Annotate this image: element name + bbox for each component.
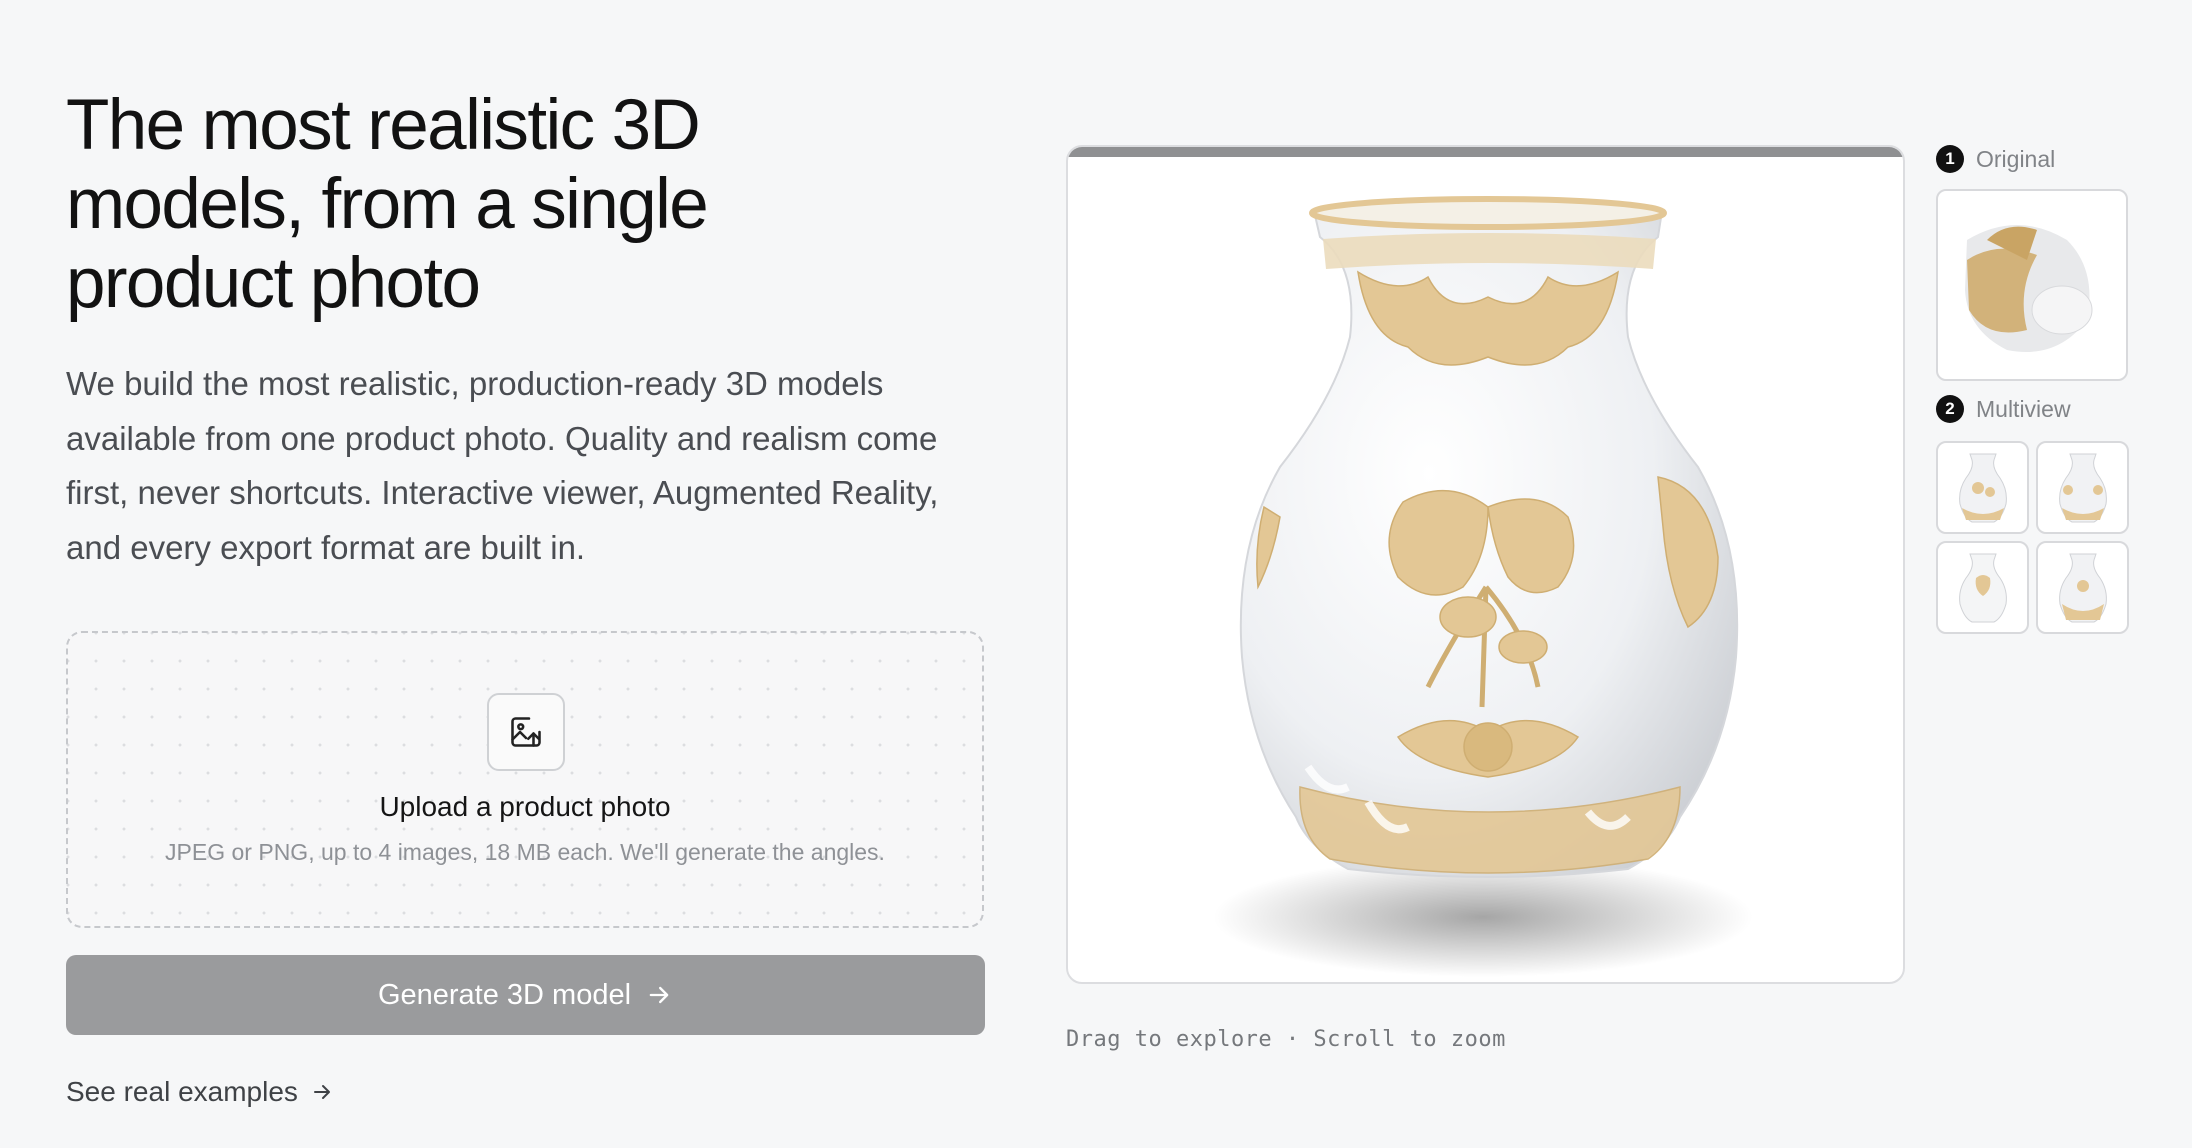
upload-subtitle: JPEG or PNG, up to 4 images, 18 MB each.… xyxy=(165,839,885,865)
multiview-thumbnail[interactable] xyxy=(1936,541,2029,634)
step-label: Multiview xyxy=(1976,395,2071,422)
title-line-3: product photo xyxy=(66,244,481,323)
vase-view-icon xyxy=(1958,553,2007,622)
step-number: 1 xyxy=(1936,145,1964,173)
page-description: We build the most realistic, production-… xyxy=(66,365,939,566)
vase-view-icon xyxy=(2058,453,2107,522)
see-real-examples-link[interactable]: See real examples xyxy=(66,1076,334,1108)
step-original: 1 Original xyxy=(1936,145,2055,173)
step-number: 2 xyxy=(1936,395,1964,423)
page-title: The most realistic 3D models, from a sin… xyxy=(66,86,966,323)
arrow-right-icon xyxy=(313,1085,330,1099)
examples-link-label: See real examples xyxy=(66,1076,298,1107)
original-thumbnail[interactable] xyxy=(1936,189,2128,381)
upload-title: Upload a product photo xyxy=(379,791,671,822)
upload-dropzone[interactable]: Upload a product photo JPEG or PNG, up t… xyxy=(66,631,984,928)
title-line-2: models, from a single xyxy=(66,165,709,244)
generate-3d-model-button[interactable]: Generate 3D model xyxy=(66,955,985,1035)
vase-view-icon xyxy=(1958,453,2007,522)
multiview-thumbnail[interactable] xyxy=(1936,441,2029,534)
vase-model xyxy=(1213,196,1753,977)
vase-view-icon xyxy=(2058,553,2107,622)
image-upload-icon xyxy=(487,693,565,771)
generate-button-label: Generate 3D model xyxy=(377,978,632,1011)
step-multiview: 2 Multiview xyxy=(1936,395,2071,423)
multiview-thumbnail[interactable] xyxy=(2036,441,2129,534)
original-photo xyxy=(1947,200,2117,370)
arrow-right-icon xyxy=(649,986,669,1004)
step-label: Original xyxy=(1976,145,2056,172)
multiview-thumbnail[interactable] xyxy=(2036,541,2129,634)
3d-model-viewer[interactable] xyxy=(1066,145,1905,984)
title-line-1: The most realistic 3D xyxy=(66,86,701,165)
viewer-hint: Drag to explore · Scroll to zoom xyxy=(1066,1027,1506,1052)
